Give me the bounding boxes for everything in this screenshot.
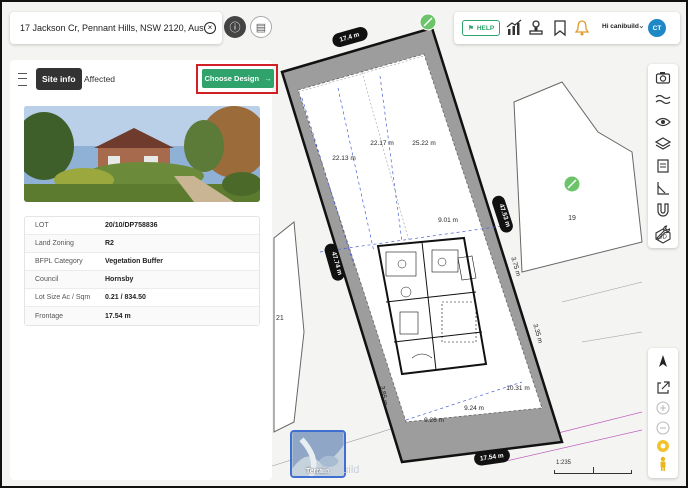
user-greeting[interactable]: Hi canibuild: [602, 23, 639, 30]
dim-bottom-3: 10.31 m: [506, 385, 530, 392]
svg-text:3D: 3D: [659, 235, 667, 241]
brand-logo: canibuild: [316, 464, 360, 476]
eye-icon[interactable]: [655, 114, 671, 130]
magnet-icon[interactable]: [655, 202, 671, 218]
help-icon: ⚑: [468, 25, 474, 32]
property-value: 0.21 / 834.50: [105, 294, 146, 301]
property-key: Council: [35, 276, 59, 283]
view-toggles: ⓘ ▤: [224, 16, 272, 38]
table-row: Lot Size Ac / Sqm 0.21 / 834.50: [25, 289, 259, 307]
ruler-icon[interactable]: [655, 180, 671, 196]
property-key: Land Zoning: [35, 240, 74, 247]
chevron-down-icon[interactable]: ⌄: [638, 21, 645, 30]
table-row: Frontage 17.54 m: [25, 307, 259, 325]
table-row: LOT 20/10/DP758836: [25, 217, 259, 235]
north-arrow-icon[interactable]: [655, 354, 671, 370]
scale-label: 1:235: [556, 460, 572, 466]
pin-top-icon[interactable]: [419, 13, 437, 31]
choose-design-button[interactable]: Choose Design →: [202, 69, 274, 88]
locate-icon[interactable]: [655, 438, 671, 454]
street-view-icon[interactable]: [655, 456, 671, 472]
waves-icon[interactable]: [655, 92, 671, 108]
property-value: 17.54 m: [105, 312, 131, 320]
avatar[interactable]: CT: [648, 19, 666, 37]
dim-bottom-1: 9.26 m: [424, 417, 444, 424]
archive-toggle-icon[interactable]: ▤: [250, 16, 272, 38]
navigation-toolbar: [648, 348, 678, 478]
dim-setback-2: 22.17 m: [370, 140, 394, 147]
dim-setback-3: 25.22 m: [412, 140, 436, 147]
zoom-in-icon[interactable]: [655, 400, 671, 416]
map-tools-toolbar: [648, 64, 678, 248]
dim-front-1: 9.01 m: [438, 217, 458, 224]
dim-setback-1: 22.13 m: [332, 155, 356, 162]
tab-site-info[interactable]: Site info: [36, 68, 82, 90]
tab-affected[interactable]: Affected: [84, 68, 115, 90]
help-button[interactable]: ⚑ HELP: [462, 20, 501, 36]
camera-icon[interactable]: [655, 70, 671, 86]
property-value: 20/10/DP758836: [105, 222, 158, 229]
analytics-icon[interactable]: [506, 19, 522, 37]
stamp-icon[interactable]: [528, 19, 544, 37]
share-icon[interactable]: [655, 380, 671, 396]
site-info-panel: Site info Affected Choose Design → LOT 2…: [10, 60, 278, 480]
help-label: HELP: [476, 24, 495, 32]
table-row: BFPL Category Vegetation Buffer: [25, 253, 259, 271]
panel-menu-icon[interactable]: [18, 73, 27, 86]
table-row: Land Zoning R2: [25, 235, 259, 253]
property-key: LOT: [35, 222, 49, 229]
property-key: Lot Size Ac / Sqm: [35, 294, 91, 301]
3d-view-icon[interactable]: 3D: [655, 228, 671, 244]
property-value: Hornsby: [105, 276, 134, 283]
scale-bar: [554, 467, 632, 474]
table-row: Council Hornsby: [25, 271, 259, 289]
dim-bottom-2: 9.24 m: [464, 405, 484, 412]
property-key: Frontage: [35, 312, 64, 320]
app-frame: 17.4 m 17.54 m 47.74 m 47.53 m 22.13 m 2…: [0, 0, 688, 488]
arrow-right-icon: →: [264, 74, 272, 83]
property-value: R2: [105, 240, 114, 247]
property-key: BFPL Category: [35, 258, 83, 265]
zoom-out-icon[interactable]: [655, 420, 671, 436]
layers-icon[interactable]: [655, 136, 671, 152]
book-icon[interactable]: [655, 158, 671, 174]
info-toggle-icon[interactable]: ⓘ: [224, 16, 246, 38]
clear-search-icon[interactable]: ×: [204, 22, 216, 34]
site-photo: [24, 106, 260, 202]
top-right-bar: ⚑ HELP Hi canibuild ⌄ CT: [454, 12, 680, 44]
property-value: Vegetation Buffer: [105, 258, 163, 265]
property-table: LOT 20/10/DP758836 Land Zoning R2 BFPL C…: [24, 216, 260, 326]
address-text[interactable]: 17 Jackson Cr, Pennant Hills, NSW 2120, …: [20, 23, 204, 33]
address-search-bar[interactable]: 17 Jackson Cr, Pennant Hills, NSW 2120, …: [10, 12, 222, 44]
bell-icon[interactable]: [574, 19, 590, 37]
choose-design-label: Choose Design: [204, 74, 260, 83]
pin-lot19-icon[interactable]: [563, 175, 581, 193]
lot-21-label: 21: [276, 315, 284, 322]
lot-19-label: 19: [568, 215, 576, 222]
bookmark-icon[interactable]: [552, 19, 568, 37]
